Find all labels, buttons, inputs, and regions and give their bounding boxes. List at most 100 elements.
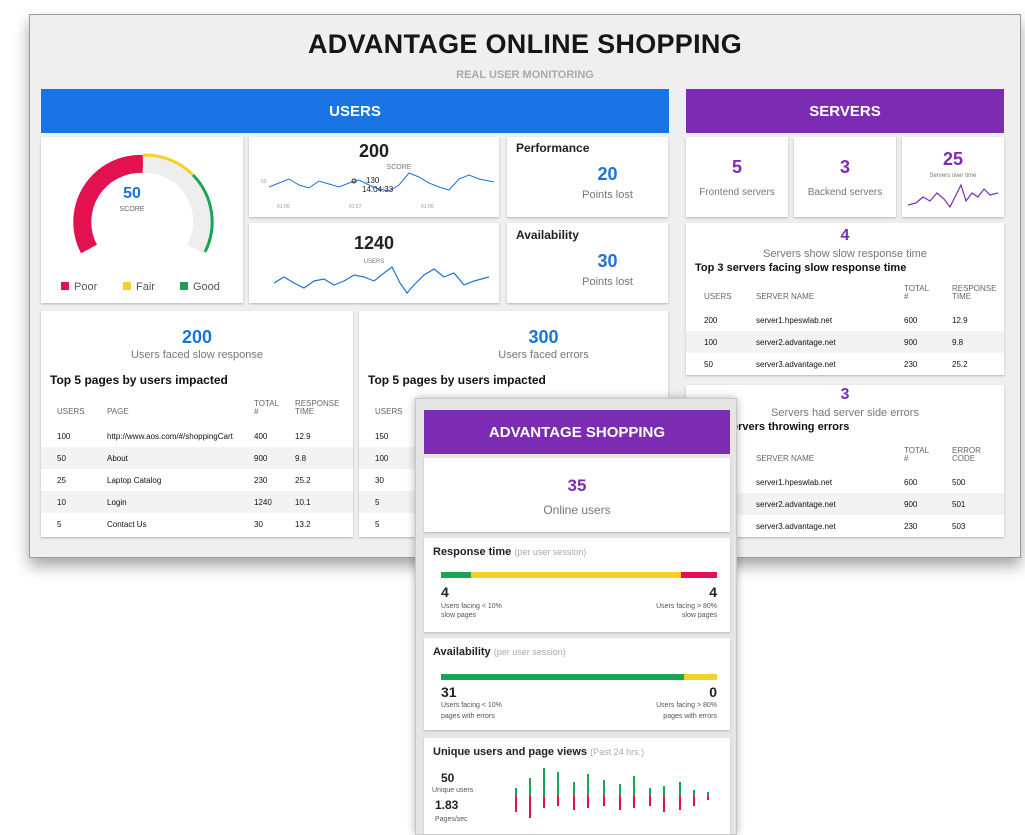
- servers-section-header: SERVERS: [686, 89, 1004, 133]
- cell-server-name: server2.advantage.net: [756, 500, 836, 509]
- response-right-value: 4: [709, 584, 717, 600]
- col-total: TOTAL #: [254, 399, 279, 416]
- availability-bar-good: [441, 674, 684, 680]
- table-row[interactable]: 100 http://www.aos.com/#/shoppingCart 40…: [41, 425, 353, 447]
- cell-response: 10.1: [295, 498, 311, 507]
- col-server-name: SERVER NAME: [756, 454, 815, 463]
- backend-value: 3: [839, 157, 850, 177]
- backend-servers-card: 3 Backend servers: [794, 137, 896, 217]
- performance-label: Points lost: [582, 189, 633, 201]
- col-server-name: SERVER NAME: [756, 292, 815, 301]
- cell-response: 12.9: [952, 316, 968, 325]
- servers-over-time-label: Servers over time: [929, 173, 977, 179]
- servers-header-label: SERVERS: [809, 102, 881, 120]
- table-row[interactable]: 100 server2.advantage.net 900 9.8: [686, 331, 1004, 353]
- cell-total: 400: [254, 432, 268, 441]
- response-left-value: 4: [441, 584, 449, 600]
- cell-users: 30: [375, 476, 384, 485]
- cell-users: 50: [57, 454, 66, 463]
- cell-users: 5: [375, 520, 380, 529]
- score-chart-value: 200: [358, 141, 390, 161]
- backend-label: Backend servers: [807, 187, 883, 198]
- availability-session-title: Availability (per user session): [433, 646, 566, 658]
- cell-error-code: 501: [952, 500, 966, 509]
- performance-card: Performance 20 Points lost: [507, 137, 668, 217]
- unique-users-title: Unique users and page views (Past 24 hrs…: [433, 746, 645, 758]
- slow-servers-heading: Top 3 servers facing slow response time: [695, 262, 907, 274]
- cell-total: 230: [904, 522, 918, 531]
- cell-users: 25: [57, 476, 66, 485]
- table-row[interactable]: 50 server3.advantage.net 230 25.2: [686, 353, 1004, 375]
- table-header: USERS SERVER NAME TOTAL # RESPONSE TIME: [686, 281, 1004, 309]
- col-response: RESPONSE TIME: [952, 284, 997, 301]
- score-gauge: [73, 153, 214, 254]
- errors-value: 300: [528, 327, 559, 347]
- mobile-header: ADVANTAGE SHOPPING: [424, 410, 730, 454]
- availability-card: Availability 30 Points lost: [507, 223, 668, 303]
- servers-over-time-card: 25 Servers over time: [902, 137, 1004, 217]
- score-x-tick-3: 01:00: [421, 204, 434, 210]
- cell-total: 900: [904, 500, 918, 509]
- cell-server-name: server1.hpeswlab.net: [756, 478, 833, 487]
- col-response: RESPONSE TIME: [295, 399, 340, 416]
- cell-users: 100: [57, 432, 71, 441]
- cell-error-code: 503: [952, 522, 966, 531]
- col-users: USERS: [704, 292, 732, 301]
- response-left-label-1: Users facing < 10%: [441, 603, 502, 610]
- slow-response-value: 200: [181, 327, 213, 347]
- availability-right-label-2: pages with errors: [663, 713, 717, 720]
- cell-total: 230: [254, 476, 268, 485]
- cell-page: Laptop Catalog: [107, 476, 162, 485]
- cell-page: Contact Us: [107, 520, 147, 529]
- availability-session-card: Availability (per user session) 31 0 Use…: [424, 638, 730, 730]
- table-row[interactable]: 10 Login 1240 10.1: [41, 491, 353, 513]
- cell-total: 900: [254, 454, 268, 463]
- availability-title: Availability: [516, 228, 579, 242]
- availability-label: Points lost: [582, 276, 633, 288]
- frontend-label: Frontend servers: [699, 187, 775, 198]
- servers-sparkline: [908, 183, 998, 209]
- col-total: TOTAL #: [904, 284, 929, 301]
- cell-total: 230: [904, 360, 918, 369]
- cell-response: 12.9: [295, 432, 311, 441]
- online-users-card: 35 Online users: [424, 458, 730, 532]
- slow-response-card: 200 Users faced slow response Top 5 page…: [41, 311, 353, 537]
- performance-title: Performance: [516, 141, 590, 155]
- col-total: TOTAL #: [904, 446, 929, 463]
- gauge-legend-fair: Fair: [123, 281, 155, 293]
- cell-users: 5: [375, 498, 380, 507]
- table-row[interactable]: 200 server1.hpeswlab.net 600 12.9: [686, 309, 1004, 331]
- error-servers-heading: ervers throwing errors: [732, 421, 850, 433]
- cell-total: 600: [904, 478, 918, 487]
- slow-pages-table: USERS PAGE TOTAL # RESPONSE TIME 100 htt…: [41, 391, 353, 537]
- cell-total: 1240: [254, 498, 272, 507]
- cell-server-name: server3.advantage.net: [756, 360, 836, 369]
- cell-users: 50: [704, 360, 713, 369]
- availability-value: 30: [597, 251, 618, 271]
- unique-users-label: Unique users: [432, 787, 474, 794]
- frontend-value: 5: [731, 157, 742, 177]
- score-gauge-card: 50 SCORE Poor Fair Good: [41, 137, 243, 303]
- availability-bar-fair: [683, 674, 717, 680]
- col-users: USERS: [375, 407, 403, 416]
- users-line-chart: [274, 266, 489, 294]
- table-row[interactable]: 5 Contact Us 30 13.2: [41, 513, 353, 535]
- cell-users: 10: [57, 498, 66, 507]
- table-row[interactable]: 25 Laptop Catalog 230 25.2: [41, 469, 353, 491]
- score-chart-card: 200 SCORE 50 130 14:04:33 01:00 01:57 01…: [249, 137, 499, 217]
- mobile-title: ADVANTAGE SHOPPING: [488, 423, 666, 441]
- response-bar-fair: [471, 572, 682, 578]
- cell-total: 900: [904, 338, 918, 347]
- response-time-title: Response time (per user session): [433, 546, 587, 558]
- unique-users-card: Unique users and page views (Past 24 hrs…: [424, 738, 730, 834]
- table-row[interactable]: 50 About 900 9.8: [41, 447, 353, 469]
- gauge-legend-poor: Poor: [61, 281, 97, 293]
- cell-response: 25.2: [952, 360, 968, 369]
- response-time-card: Response time (per user session) 4 4 Use…: [424, 538, 730, 632]
- pages-per-sec-value: 1.83: [435, 798, 459, 812]
- pages-per-sec-label: Pages/sec: [435, 816, 468, 823]
- table-header: USERS PAGE TOTAL # RESPONSE TIME: [41, 395, 353, 425]
- slow-servers-value: 4: [840, 227, 850, 244]
- availability-left-value: 31: [441, 684, 457, 700]
- users-header-label: USERS: [329, 102, 381, 120]
